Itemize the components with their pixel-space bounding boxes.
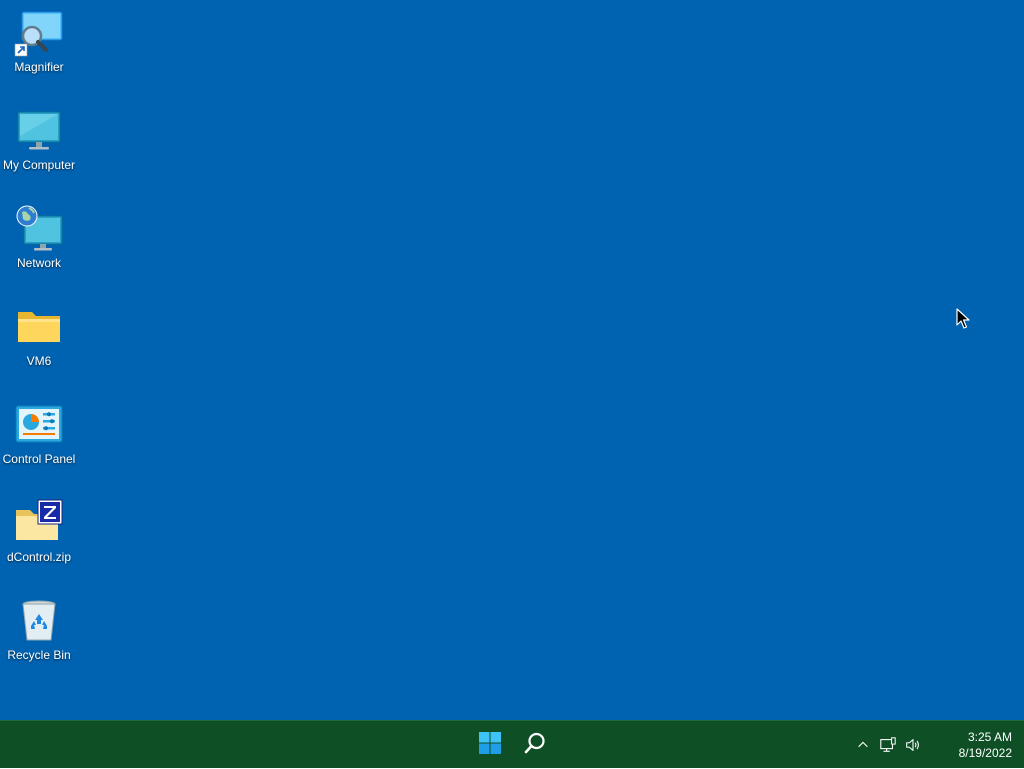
desktop-icon-label: VM6 <box>26 354 52 368</box>
magnifier-icon <box>14 8 64 58</box>
desktop-icon-vm6[interactable]: VM6 <box>0 298 78 388</box>
chevron-up-icon[interactable] <box>851 733 875 757</box>
clock[interactable]: 3:25 AM 8/19/2022 <box>932 729 1012 761</box>
desktop-icon-my-computer[interactable]: My Computer <box>0 102 78 192</box>
volume-icon[interactable] <box>901 733 925 757</box>
system-tray: 3:25 AM 8/19/2022 <box>851 721 1024 769</box>
clock-time: 3:25 AM <box>967 730 1012 744</box>
zip-archive-icon <box>14 498 64 548</box>
desktop-icon-label: Network <box>16 256 61 270</box>
desktop-icon-label: Control Panel <box>2 452 76 466</box>
network-status-icon[interactable] <box>876 733 900 757</box>
desktop-icon-label: Magnifier <box>14 60 64 74</box>
control-panel-icon <box>14 400 64 450</box>
desktop-icon-network[interactable]: Network <box>0 200 78 290</box>
desktop-icon-label: dControl.zip <box>6 550 72 564</box>
desktop-icon-label: My Computer <box>2 158 76 172</box>
taskbar: 3:25 AM 8/19/2022 <box>0 720 1024 768</box>
mouse-pointer-icon <box>956 308 970 330</box>
start-button[interactable] <box>472 727 508 763</box>
desktop[interactable]: Magnifier My Computer Network VM6 Contro… <box>0 0 1024 720</box>
desktop-icon-label: Recycle Bin <box>7 648 71 662</box>
search-button[interactable] <box>517 727 553 763</box>
recycle-bin-icon <box>14 596 64 646</box>
windows-logo-icon <box>478 731 502 760</box>
desktop-icon-magnifier[interactable]: Magnifier <box>0 4 78 94</box>
computer-icon <box>14 106 64 156</box>
desktop-icon-control-panel[interactable]: Control Panel <box>0 396 78 486</box>
desktop-icon-recycle-bin[interactable]: Recycle Bin <box>0 592 78 682</box>
desktop-icon-dcontrol-zip[interactable]: dControl.zip <box>0 494 78 584</box>
network-icon <box>14 204 64 254</box>
folder-icon <box>14 302 64 352</box>
clock-date: 8/19/2022 <box>958 746 1012 760</box>
search-icon <box>523 731 547 760</box>
